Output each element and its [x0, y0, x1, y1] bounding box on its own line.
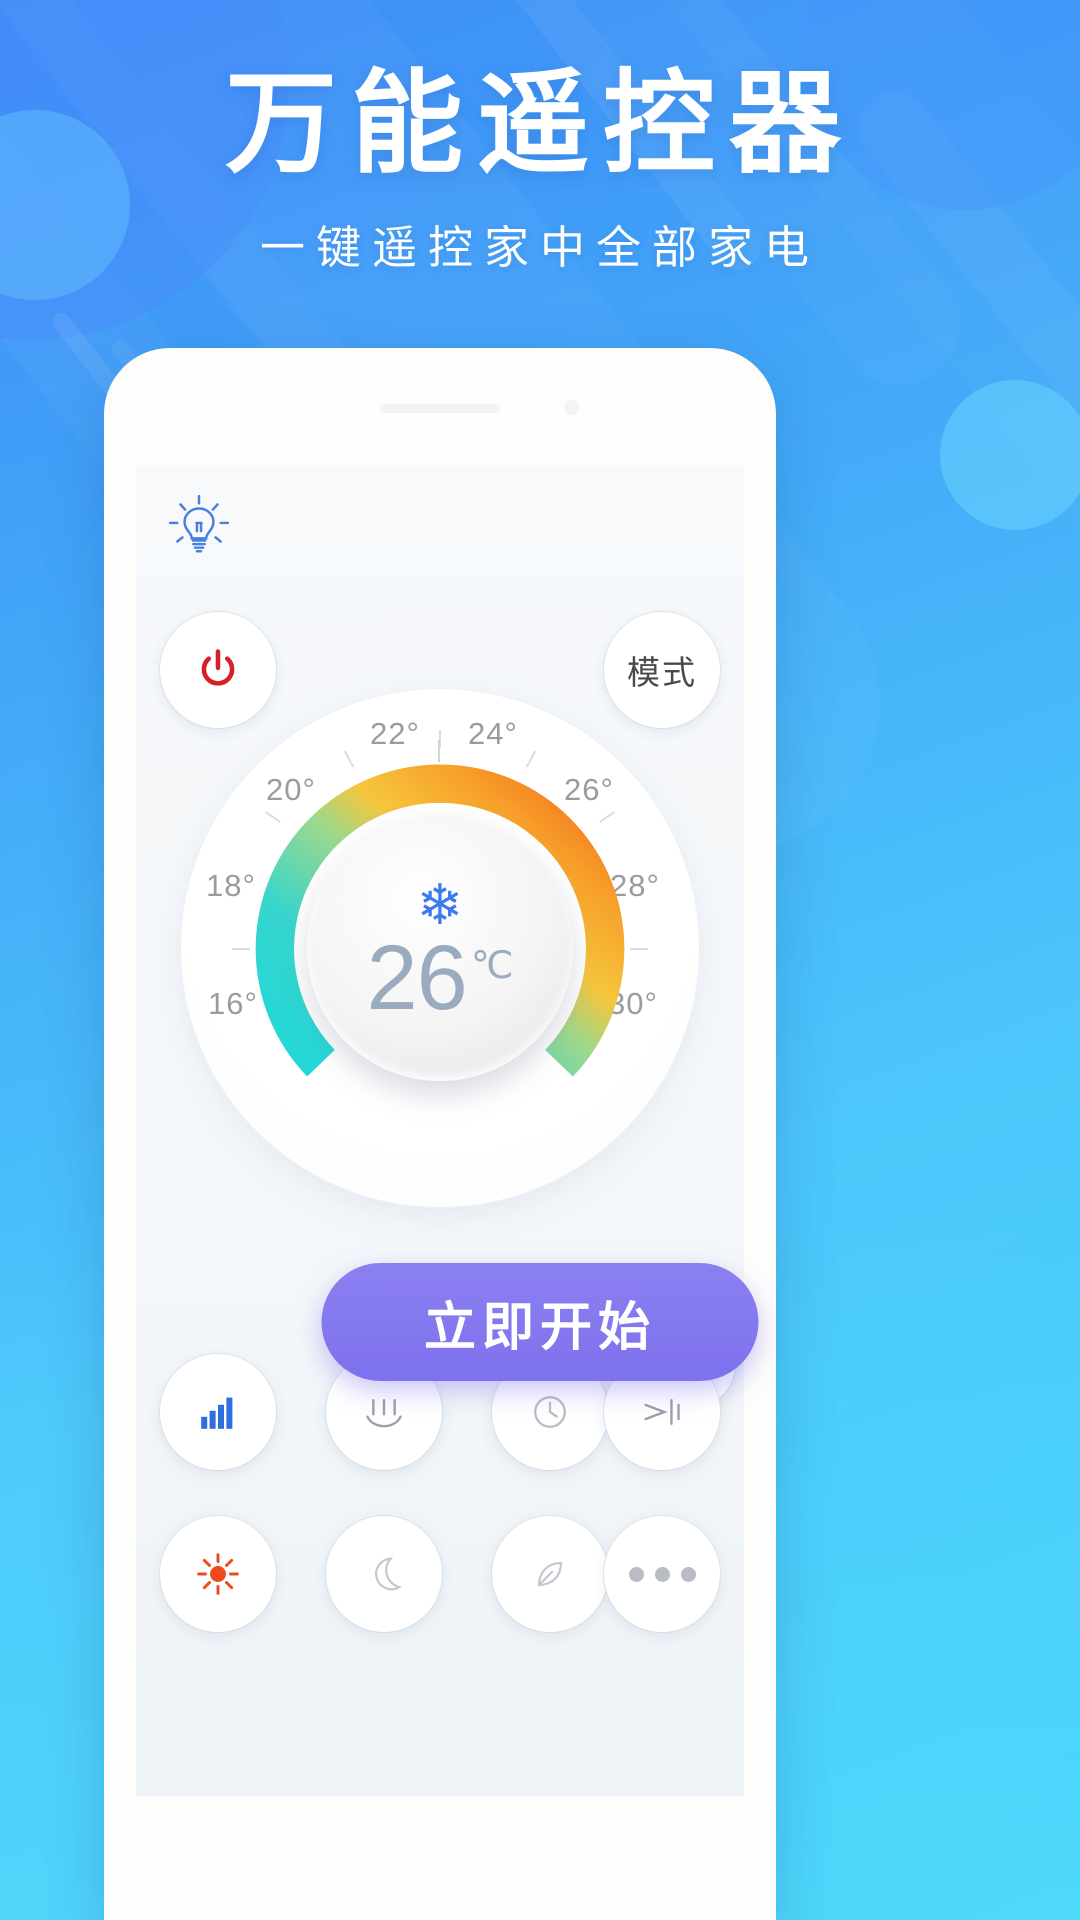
page-title: 万能遥控器	[225, 61, 855, 186]
header: 万能遥控器 一键遥控家中全部家电	[0, 0, 1080, 340]
dial-tick-label: 22°	[370, 716, 420, 751]
leaf-icon	[537, 1561, 563, 1587]
dial-tick-label: 24°	[468, 716, 518, 751]
dot	[628, 1566, 644, 1582]
temperature-unit: ℃	[470, 944, 514, 987]
temperature-readout: 26 ℃	[366, 926, 514, 1029]
start-button[interactable]: 立即开始	[321, 1263, 759, 1381]
sleep-button[interactable]	[326, 1516, 442, 1632]
more-icon	[628, 1566, 696, 1582]
temperature-dial[interactable]: 16° 18° 20° 22° 24° 26° 28° 30° ❄ 26 ℃	[180, 688, 700, 1208]
dial-tick	[630, 948, 648, 950]
phone-speaker	[380, 404, 500, 413]
phone-screen: 模式 16° 18° 20° 22° 24° 26° 28° 30° ❄ 26 …	[136, 466, 744, 1796]
swing-icon	[644, 1399, 680, 1425]
start-button-label: 立即开始	[423, 1298, 656, 1357]
more-button[interactable]	[604, 1516, 720, 1632]
page-subtitle: 一键遥控家中全部家电	[259, 222, 820, 274]
brightness-button[interactable]	[160, 1516, 276, 1632]
bg-blob	[940, 380, 1080, 530]
phone-camera	[564, 400, 580, 415]
signal-icon	[201, 1397, 233, 1429]
moon-icon	[375, 1557, 403, 1591]
temperature-value: 26	[366, 926, 467, 1029]
eco-button[interactable]	[492, 1516, 608, 1632]
mode-button-label: 模式	[627, 654, 697, 691]
snowflake-icon: ❄	[416, 872, 464, 936]
dot	[680, 1566, 696, 1582]
dial-knob[interactable]: ❄ 26 ℃	[307, 815, 573, 1081]
clock-icon	[534, 1396, 566, 1428]
wind-icon	[366, 1399, 402, 1428]
lightbulb-icon[interactable]	[166, 492, 232, 558]
signal-button[interactable]	[160, 1354, 276, 1470]
dot	[654, 1566, 670, 1582]
phone-mockup: 模式 16° 18° 20° 22° 24° 26° 28° 30° ❄ 26 …	[104, 348, 776, 1920]
brightness-icon	[197, 1553, 239, 1595]
